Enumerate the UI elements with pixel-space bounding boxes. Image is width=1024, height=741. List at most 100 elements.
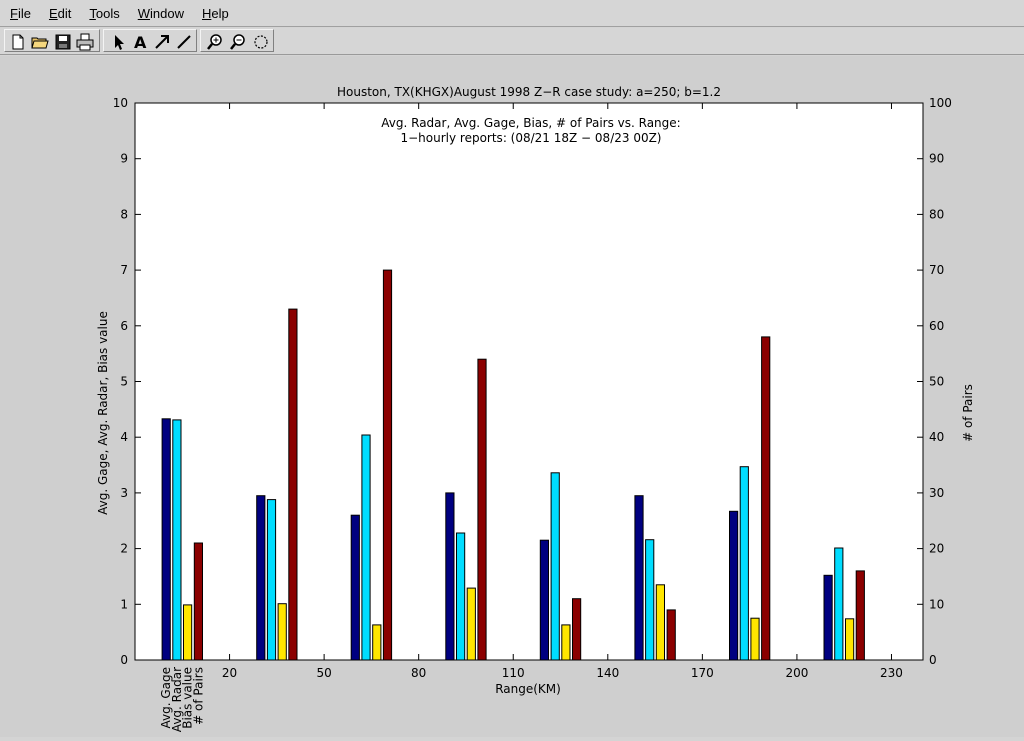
bar-avg-radar-2 xyxy=(361,434,371,661)
menu-label-rest: ools xyxy=(95,5,120,21)
bar-bias-value-4 xyxy=(561,624,571,661)
bar-of-pairs-4 xyxy=(572,598,582,661)
x-tick-label: 20 xyxy=(222,666,237,680)
left-tick-label: 10 xyxy=(113,96,128,110)
zoom-in-icon[interactable] xyxy=(205,32,225,52)
save-icon[interactable] xyxy=(53,32,73,52)
rotate-icon[interactable] xyxy=(251,32,271,52)
view-tools-group xyxy=(200,29,274,52)
left-tick-label: 9 xyxy=(120,152,128,166)
menu-accelerator: H xyxy=(201,5,212,21)
x-tick-label: 80 xyxy=(411,666,426,680)
right-tick-label: 40 xyxy=(929,430,944,444)
right-tick-label: 90 xyxy=(929,152,944,166)
select-arrow-icon[interactable] xyxy=(109,32,129,52)
x-tick-label: 170 xyxy=(691,666,714,680)
left-tick-label: 5 xyxy=(120,375,128,389)
series-label: # of Pairs xyxy=(191,667,205,725)
menu-label-rest: ile xyxy=(17,5,31,21)
bar-avg-gage-1 xyxy=(256,495,266,661)
right-tick-label: 0 xyxy=(929,653,937,667)
bar-avg-radar-6 xyxy=(739,466,749,661)
left-tick-label: 2 xyxy=(120,542,128,556)
file-tools-group xyxy=(4,29,100,52)
left-tick-label: 6 xyxy=(120,319,128,333)
bar-of-pairs-7 xyxy=(855,570,865,661)
x-tick-label: 140 xyxy=(596,666,619,680)
bar-of-pairs-2 xyxy=(382,269,393,661)
chart-title: Houston, TX(KHGX)August 1998 Z−R case st… xyxy=(337,85,721,99)
svg-text:A: A xyxy=(134,33,147,52)
menu-help[interactable]: Help xyxy=(192,6,237,21)
left-tick-label: 3 xyxy=(120,486,128,500)
bar-avg-gage-2 xyxy=(350,514,360,661)
bar-avg-gage-5 xyxy=(634,495,644,661)
left-tick-label: 4 xyxy=(120,430,128,444)
left-tick-label: 0 xyxy=(120,653,128,667)
bar-of-pairs-5 xyxy=(666,609,676,661)
line-insert-icon[interactable] xyxy=(174,32,194,52)
legend-labels: Avg. GageAvg. RadarBias value# of Pairs xyxy=(159,667,205,732)
bar-bias-value-3 xyxy=(466,587,476,661)
x-tick-label: 50 xyxy=(316,666,331,680)
menu-bar: File Edit Tools Window Help xyxy=(0,0,1024,27)
x-tick-label: 110 xyxy=(502,666,525,680)
bar-avg-gage-0 xyxy=(161,418,171,661)
menu-edit[interactable]: Edit xyxy=(39,6,79,21)
x-axis-label: Range(KM) xyxy=(495,682,561,696)
x-tick-label: 230 xyxy=(880,666,903,680)
chart-svg: 0 1 2 3 4 5 6 7 8 9 10 0 10 20 30 40 50 60 70 80 90 100 20 50… xyxy=(96,85,975,732)
bar-bias-value-5 xyxy=(655,584,665,661)
x-tick-label: 200 xyxy=(785,666,808,680)
menu-accelerator: F xyxy=(10,5,18,21)
right-tick-label: 30 xyxy=(929,486,944,500)
bar-bias-value-6 xyxy=(750,617,760,661)
bar-bias-value-7 xyxy=(845,618,855,661)
open-folder-icon[interactable] xyxy=(30,32,50,52)
right-tick-label: 80 xyxy=(929,207,944,221)
menu-file[interactable]: File xyxy=(0,6,39,21)
bar-avg-radar-4 xyxy=(550,472,560,661)
new-file-icon[interactable] xyxy=(8,32,28,52)
bar-of-pairs-0 xyxy=(193,542,204,661)
figure-canvas: 0 1 2 3 4 5 6 7 8 9 10 0 10 20 30 40 50 60 70 80 90 100 20 50… xyxy=(0,56,1024,737)
inner-title-line-2: 1−hourly reports: (08/21 18Z − 08/23 00Z… xyxy=(400,131,661,145)
right-tick-label: 10 xyxy=(929,597,944,611)
bar-of-pairs-3 xyxy=(477,358,487,661)
right-tick-label: 100 xyxy=(929,96,952,110)
bar-avg-gage-6 xyxy=(729,510,739,661)
bar-avg-gage-7 xyxy=(823,574,833,661)
menu-label-rest: dit xyxy=(57,5,72,21)
menu-tools[interactable]: Tools xyxy=(79,6,127,21)
left-tick-label: 1 xyxy=(120,597,128,611)
right-tick-label: 60 xyxy=(929,319,944,333)
bar-avg-radar-3 xyxy=(456,532,466,661)
toolbar: A xyxy=(0,28,1024,55)
zoom-out-icon[interactable] xyxy=(228,32,248,52)
menu-window[interactable]: Window xyxy=(128,6,192,21)
bar-bias-value-1 xyxy=(277,603,287,661)
bar-avg-gage-3 xyxy=(445,492,455,661)
right-tick-label: 50 xyxy=(929,375,944,389)
left-tick-label: 8 xyxy=(120,207,128,221)
bar-bias-value-0 xyxy=(183,604,193,661)
bar-avg-radar-0 xyxy=(172,419,182,661)
bar-avg-gage-4 xyxy=(539,539,549,661)
arrow-insert-icon[interactable] xyxy=(152,32,172,52)
text-insert-icon[interactable]: A xyxy=(130,32,150,52)
print-icon[interactable] xyxy=(75,32,95,52)
bar-of-pairs-6 xyxy=(761,336,771,661)
bar-bias-value-2 xyxy=(372,624,382,661)
menu-accelerator: W xyxy=(137,5,151,21)
plot-box xyxy=(134,102,924,661)
menu-accelerator: E xyxy=(48,5,58,21)
right-tick-label: 20 xyxy=(929,542,944,556)
bar-avg-radar-1 xyxy=(266,499,277,661)
inner-title-line-1: Avg. Radar, Avg. Gage, Bias, # of Pairs … xyxy=(381,116,680,130)
right-tick-label: 70 xyxy=(929,263,944,277)
left-tick-label: 7 xyxy=(120,263,128,277)
menu-label-rest: elp xyxy=(211,5,229,21)
y-axis-label-right: # of Pairs xyxy=(961,384,975,442)
bar-avg-radar-7 xyxy=(834,547,844,661)
menu-label-rest: indow xyxy=(150,5,184,21)
